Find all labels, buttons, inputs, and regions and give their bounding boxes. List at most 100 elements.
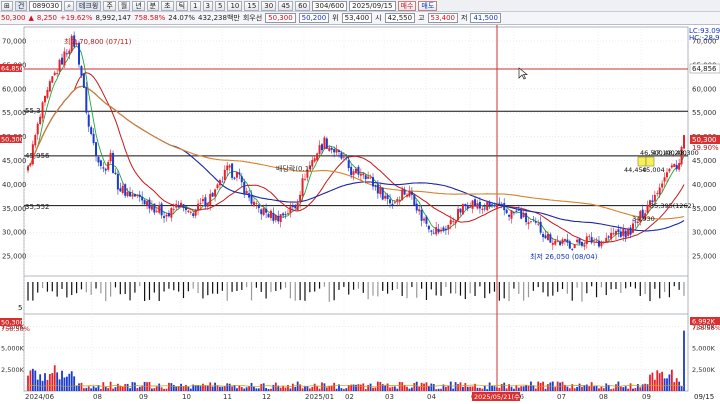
tab-second[interactable]: 초 — [161, 0, 174, 11]
candle-body — [593, 241, 596, 243]
candle-body — [238, 172, 241, 175]
osc-bar — [600, 282, 602, 288]
volume-bar — [204, 385, 207, 391]
stock-chart[interactable]: 70,00070,00065,00065,00060,00060,00055,0… — [0, 25, 720, 404]
volume-bar — [651, 372, 654, 391]
osc-bar — [362, 282, 364, 293]
ask-price[interactable]: 50,300 — [265, 13, 296, 23]
candle-body — [155, 210, 158, 212]
span-3[interactable]: 3 — [202, 0, 213, 11]
volume-bar — [469, 386, 472, 391]
volume-bar — [175, 386, 178, 391]
span-1[interactable]: 1 — [190, 0, 201, 11]
candle-body — [546, 233, 549, 241]
volume-bar — [325, 387, 328, 391]
tab-stock-name[interactable]: 테크윙 — [75, 0, 102, 11]
candle-body — [563, 239, 566, 241]
volume-bar — [515, 385, 518, 391]
volume-bar — [406, 386, 408, 391]
buy-button[interactable]: 매수 — [397, 0, 417, 11]
osc-bar — [518, 282, 520, 294]
search-icon[interactable]: ⌕ — [64, 0, 74, 11]
x-tick-label: 08 — [93, 393, 102, 401]
span-5[interactable]: 5 — [214, 0, 226, 11]
candle-body — [542, 234, 545, 238]
volume-bar — [68, 373, 71, 391]
span-30[interactable]: 30 — [261, 0, 277, 11]
candle-body — [80, 65, 83, 76]
osc-bar — [430, 282, 432, 290]
osc-bar — [178, 282, 180, 292]
grid-icon[interactable]: ⊞ — [1, 0, 13, 11]
volume-bar — [311, 387, 314, 391]
volume-bar — [498, 387, 501, 391]
osc-bar — [474, 282, 476, 297]
candle-body — [58, 59, 61, 72]
quote-bar: 50,300 ▲ 8,250 +19.62% 8,992,147 758.58%… — [0, 12, 720, 25]
candle-body — [109, 152, 112, 162]
candle-body — [252, 201, 255, 206]
bid-price[interactable]: 50,200 — [298, 13, 330, 23]
volume-header-rate: 758.58% — [1, 325, 30, 333]
volume-bar — [75, 385, 78, 391]
span-10[interactable]: 10 — [227, 0, 243, 11]
open-price: 42,550 — [384, 13, 416, 23]
period-tab[interactable]: 건 — [14, 0, 28, 11]
span-15[interactable]: 15 — [244, 0, 260, 11]
candle-body — [56, 73, 59, 74]
candle-body — [403, 190, 406, 195]
osc-bar — [236, 282, 238, 291]
osc-bar — [250, 282, 253, 301]
candle-body — [138, 194, 141, 198]
tab-minute[interactable]: 분 — [146, 0, 160, 11]
volume-bar — [413, 383, 416, 391]
turnover-rate: 24.07% — [168, 14, 195, 22]
candle-body — [376, 184, 379, 194]
volume-bar — [323, 383, 326, 391]
candle-body — [393, 202, 396, 204]
tab-week[interactable]: 주 — [103, 0, 116, 11]
volume-bar — [554, 387, 557, 391]
volume-bar — [114, 387, 117, 391]
x-tick-label: 09 — [139, 393, 148, 401]
tab-year[interactable]: 년 — [132, 0, 145, 11]
x-tick-label: 2025/01 — [305, 393, 334, 401]
osc-bar — [547, 282, 549, 297]
candle-body — [576, 239, 579, 243]
stock-code-input[interactable]: 089030 — [29, 0, 63, 11]
candle-body — [527, 222, 530, 225]
span-45[interactable]: 45 — [278, 0, 294, 11]
volume-bar — [226, 383, 229, 391]
volume-bar — [90, 388, 93, 391]
tab-month[interactable]: 월 — [117, 0, 131, 11]
candle-body — [665, 172, 668, 178]
candle-body — [126, 191, 129, 197]
volume-bar — [590, 382, 593, 391]
volume-tick-label: 5,000K — [1, 344, 25, 352]
candle-body — [389, 199, 392, 204]
osc-bar — [289, 282, 291, 299]
candle-body — [590, 237, 593, 243]
sell-button[interactable]: 매도 — [418, 0, 438, 11]
tab-tick[interactable]: 틱 — [175, 0, 189, 11]
volume-bar — [85, 387, 88, 391]
candle-body — [197, 203, 200, 211]
osc-bar — [352, 282, 355, 290]
osc-bar — [576, 282, 578, 288]
osc-bar — [192, 282, 194, 289]
candle-body — [367, 176, 370, 179]
price-label-7: 34,930 — [632, 215, 655, 223]
volume-bar — [678, 381, 681, 391]
volume-bar — [615, 384, 617, 391]
date-input[interactable]: 2025/09/15 — [349, 0, 396, 11]
volume-bar — [408, 388, 411, 391]
osc-bar — [532, 282, 534, 291]
candle-body — [235, 171, 238, 178]
y-tick-label-right: 30,000 — [692, 229, 717, 237]
data-count-input[interactable]: 304/600 — [312, 0, 348, 11]
candle-body — [673, 163, 676, 168]
volume-bar — [51, 373, 54, 391]
candle-body — [627, 228, 630, 236]
candle-body — [612, 233, 615, 235]
span-60[interactable]: 60 — [295, 0, 311, 11]
